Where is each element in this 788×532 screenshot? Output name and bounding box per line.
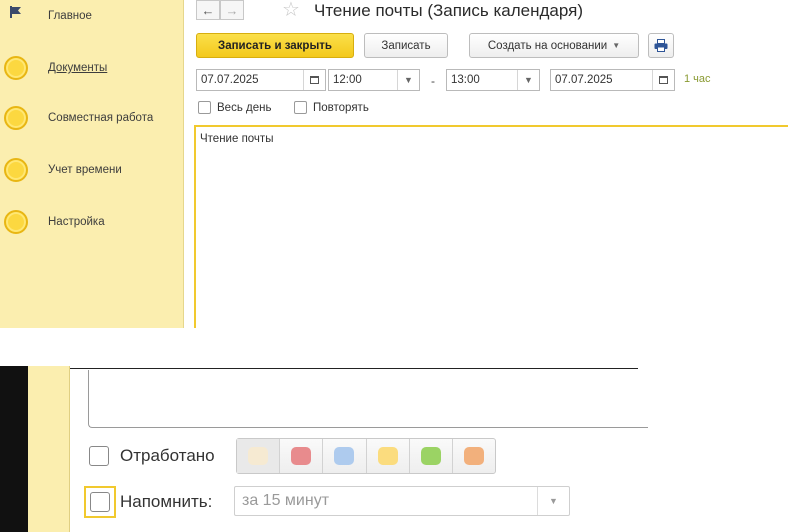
screenshot-gap — [0, 328, 788, 366]
color-option[interactable] — [279, 439, 322, 473]
print-button[interactable] — [648, 33, 674, 58]
circle-icon — [4, 158, 28, 182]
sidebar-item-label: Совместная работа — [48, 112, 154, 124]
chevron-down-icon: ▼ — [524, 75, 533, 85]
worked-label: Отработано — [120, 446, 215, 465]
start-time-field[interactable]: 12:00 ▼ — [328, 69, 420, 91]
end-time-dropdown[interactable]: ▼ — [517, 70, 539, 90]
sidebar-item-label: Документы — [48, 62, 108, 74]
color-swatch — [291, 447, 312, 465]
remind-select[interactable]: за 15 минут ▼ — [234, 486, 570, 516]
color-option[interactable] — [365, 439, 409, 473]
description-text: Чтение почты — [200, 133, 274, 145]
worked-checkbox[interactable] — [89, 446, 109, 466]
checkbox-box[interactable] — [198, 101, 211, 114]
divider — [70, 368, 638, 369]
circle-icon — [4, 56, 28, 80]
color-swatch — [248, 447, 269, 465]
printer-icon — [654, 39, 668, 52]
chevron-down-icon: ▼ — [612, 41, 621, 50]
remind-dropdown-button[interactable]: ▼ — [537, 487, 569, 515]
repeat-checkbox[interactable]: Повторять — [294, 101, 369, 114]
star-icon[interactable]: ☆ — [282, 0, 300, 21]
start-date-field[interactable]: 07.07.2025 — [196, 69, 326, 91]
color-option[interactable] — [322, 439, 365, 473]
sidebar-item-label: Настройка — [48, 216, 105, 228]
color-swatch — [463, 447, 484, 465]
all-day-label: Весь день — [217, 101, 272, 114]
repeat-label: Повторять — [313, 101, 369, 114]
form-content: ← → ☆ Чтение почты (Запись календаря) За… — [184, 0, 788, 328]
color-option[interactable] — [451, 439, 495, 473]
calendar-icon — [659, 76, 668, 84]
arrow-right-icon: → — [225, 2, 239, 18]
chevron-down-icon: ▼ — [549, 496, 558, 506]
calendar-picker-button[interactable] — [652, 70, 674, 90]
time-separator: - — [431, 74, 435, 88]
end-time-value: 13:00 — [451, 74, 480, 86]
sidebar-item-main[interactable]: Главное — [0, 0, 184, 36]
forward-button[interactable]: → — [220, 0, 244, 20]
color-swatch — [377, 447, 398, 465]
save-and-close-label: Записать и закрыть — [218, 39, 332, 52]
back-button[interactable]: ← — [196, 0, 220, 20]
sidebar: Главное Документы Совместная работа Учет… — [0, 0, 184, 328]
duration-label: 1 час — [684, 73, 711, 85]
circle-icon — [4, 210, 28, 234]
color-option[interactable] — [237, 439, 280, 473]
color-swatch — [420, 447, 441, 465]
color-swatch — [334, 447, 355, 465]
end-date-field[interactable]: 07.07.2025 — [550, 69, 675, 91]
create-based-on-label: Создать на основании — [487, 39, 608, 52]
remind-select-value: за 15 минут — [242, 492, 330, 509]
chevron-down-icon: ▼ — [404, 75, 413, 85]
sidebar-item-collaboration[interactable]: Совместная работа — [0, 98, 184, 138]
sidebar-item-label: Учет времени — [48, 164, 122, 176]
calendar-entry-window: Главное Документы Совместная работа Учет… — [0, 0, 788, 328]
save-and-close-button[interactable]: Записать и закрыть — [196, 33, 354, 58]
save-label: Записать — [381, 39, 431, 52]
circle-icon — [4, 106, 28, 130]
end-time-field[interactable]: 13:00 ▼ — [446, 69, 540, 91]
calendar-icon — [310, 76, 319, 84]
window-edge — [0, 366, 28, 532]
start-date-value: 07.07.2025 — [201, 74, 259, 86]
checkbox-box[interactable] — [294, 101, 307, 114]
color-option[interactable] — [408, 439, 452, 473]
calendar-entry-zoomed: Отработано Напомнить: за 15 минут ▼ — [0, 366, 788, 532]
remind-checkbox[interactable] — [90, 492, 110, 512]
create-based-on-button[interactable]: Создать на основании ▼ — [469, 33, 639, 58]
save-button[interactable]: Записать — [364, 33, 448, 58]
sidebar-item-settings[interactable]: Настройка — [0, 202, 184, 242]
sidebar-strip — [28, 366, 70, 532]
description-textarea[interactable]: Чтение почты — [194, 125, 788, 328]
color-picker — [236, 438, 496, 474]
all-day-checkbox[interactable]: Весь день — [198, 101, 271, 114]
flag-icon — [10, 6, 21, 18]
description-textarea-bottom[interactable] — [88, 370, 648, 428]
remind-label: Напомнить: — [120, 492, 213, 511]
start-time-dropdown[interactable]: ▼ — [397, 70, 419, 90]
sidebar-item-documents[interactable]: Документы — [0, 48, 184, 88]
start-time-value: 12:00 — [333, 74, 362, 86]
calendar-picker-button[interactable] — [303, 70, 325, 90]
page-title: Чтение почты (Запись календаря) — [314, 1, 584, 20]
arrow-left-icon: ← — [201, 2, 215, 18]
sidebar-item-label: Главное — [48, 10, 92, 22]
end-date-value: 07.07.2025 — [555, 74, 613, 86]
sidebar-item-time-tracking[interactable]: Учет времени — [0, 150, 184, 190]
